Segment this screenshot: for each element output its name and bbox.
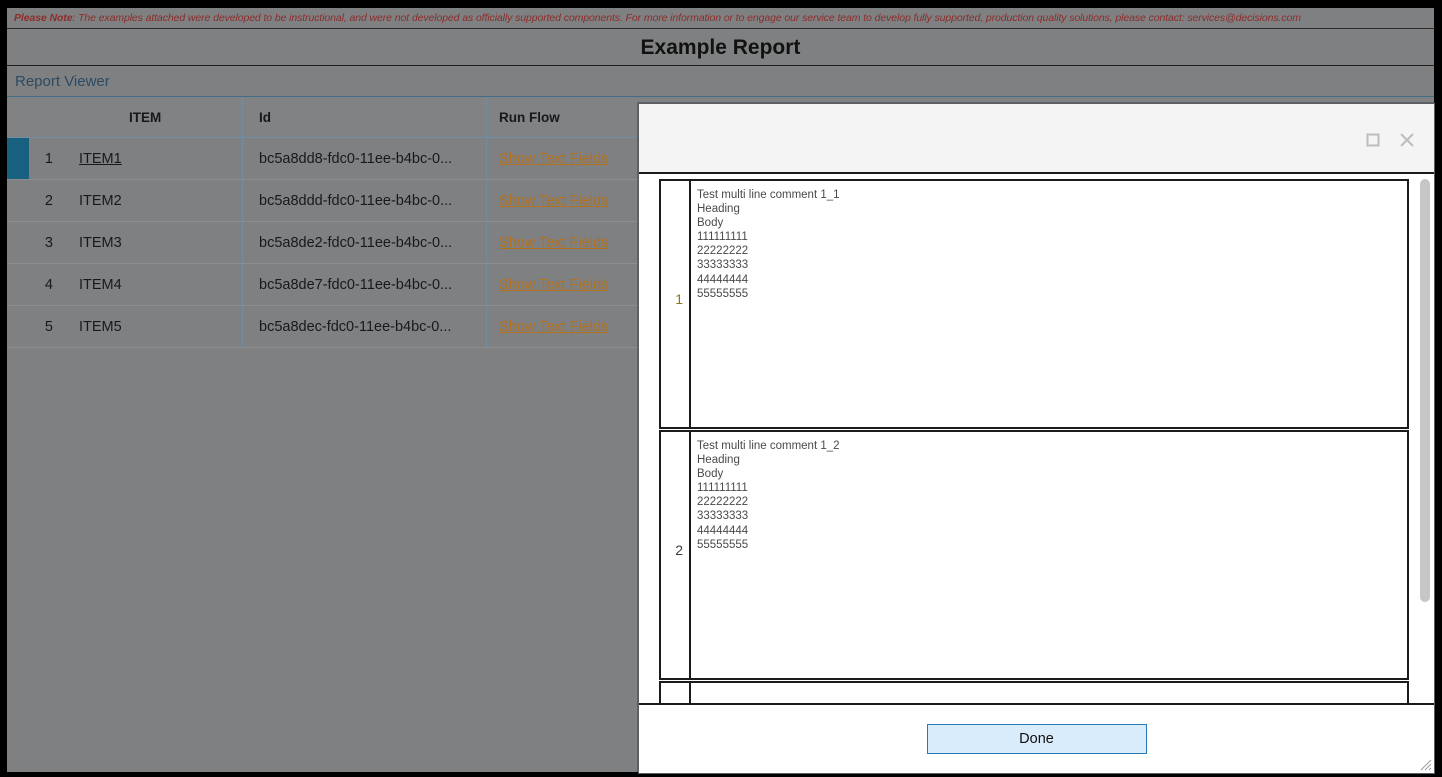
column-header-item[interactable]: ITEM (65, 98, 243, 137)
item-link[interactable]: ITEM1 (79, 151, 122, 167)
square-icon[interactable] (1365, 132, 1381, 148)
panel-index: 2 (661, 432, 691, 678)
column-header-id[interactable]: Id (243, 98, 487, 137)
dialog-scrollbar[interactable] (1418, 174, 1432, 705)
row-number: 2 (44, 192, 53, 209)
show-text-fields-link[interactable]: Show Text Fields (499, 277, 608, 293)
notice-banner: Please Note: The examples attached were … (7, 8, 1434, 29)
panel-index: 3 (661, 683, 691, 705)
row-number: 5 (44, 318, 53, 335)
show-text-fields-link[interactable]: Show Text Fields (499, 235, 608, 251)
notice-body: : The examples attached were developed t… (72, 12, 1301, 24)
report-viewer-bar: Report Viewer (7, 67, 1434, 97)
panel-text[interactable]: Test multi line comment 1_1 Heading Body… (691, 181, 1407, 427)
panel-text[interactable]: Test multi line comment 1_2 Heading Body… (691, 432, 1407, 678)
notice-text: Please Note: The examples attached were … (7, 12, 1301, 24)
window-border-top (0, 0, 1442, 8)
text-field-panel: 3 (659, 681, 1409, 705)
text-field-panel: 1 Test multi line comment 1_1 Heading Bo… (659, 179, 1409, 429)
text-fields-dialog: 1 Test multi line comment 1_1 Heading Bo… (638, 103, 1435, 774)
show-text-fields-link[interactable]: Show Text Fields (499, 319, 608, 335)
row-selection-spacer (7, 222, 29, 263)
dialog-header (639, 104, 1434, 174)
row-selection-spacer (7, 180, 29, 221)
row-number: 1 (44, 150, 53, 167)
dialog-content: 1 Test multi line comment 1_1 Heading Bo… (639, 174, 1434, 705)
cell-item: ITEM2 (65, 180, 243, 221)
header-selection-spacer (7, 98, 29, 137)
cell-item: ITEM3 (65, 222, 243, 263)
notice-prefix: Please Note (14, 12, 73, 24)
dialog-window-controls (1365, 131, 1416, 149)
show-text-fields-link[interactable]: Show Text Fields (499, 193, 608, 209)
row-number: 4 (44, 276, 53, 293)
cell-id: bc5a8de7-fdc0-11ee-b4bc-0... (243, 264, 487, 305)
cell-item: ITEM1 (65, 138, 243, 179)
window-border-left (0, 0, 7, 777)
page-title: Example Report (640, 35, 801, 59)
cell-id: bc5a8ddd-fdc0-11ee-b4bc-0... (243, 180, 487, 221)
panel-index: 1 (661, 181, 691, 427)
app-window: Please Note: The examples attached were … (0, 0, 1442, 777)
page-title-bar: Example Report (7, 30, 1434, 66)
cell-id: bc5a8dec-fdc0-11ee-b4bc-0... (243, 306, 487, 347)
report-viewer-label: Report Viewer (15, 73, 110, 90)
show-text-fields-link[interactable]: Show Text Fields (499, 151, 608, 167)
panel-index-label: 1 (675, 291, 683, 307)
row-selection-spacer (7, 264, 29, 305)
panel-index-label: 2 (675, 542, 683, 558)
cell-id: bc5a8dd8-fdc0-11ee-b4bc-0... (243, 138, 487, 179)
text-field-panel: 2 Test multi line comment 1_2 Heading Bo… (659, 430, 1409, 680)
cell-item: ITEM5 (65, 306, 243, 347)
resize-grip-icon[interactable] (1418, 757, 1432, 771)
cell-id: bc5a8de2-fdc0-11ee-b4bc-0... (243, 222, 487, 263)
cell-item: ITEM4 (65, 264, 243, 305)
row-number: 3 (44, 234, 53, 251)
window-border-right (1434, 0, 1442, 777)
row-selection-spacer (7, 306, 29, 347)
close-icon[interactable] (1398, 131, 1416, 149)
panel-text[interactable] (691, 683, 1407, 705)
dialog-footer: Done (639, 703, 1434, 773)
scrollbar-thumb[interactable] (1420, 179, 1430, 602)
done-button[interactable]: Done (926, 724, 1147, 754)
row-selection-indicator (7, 138, 29, 179)
